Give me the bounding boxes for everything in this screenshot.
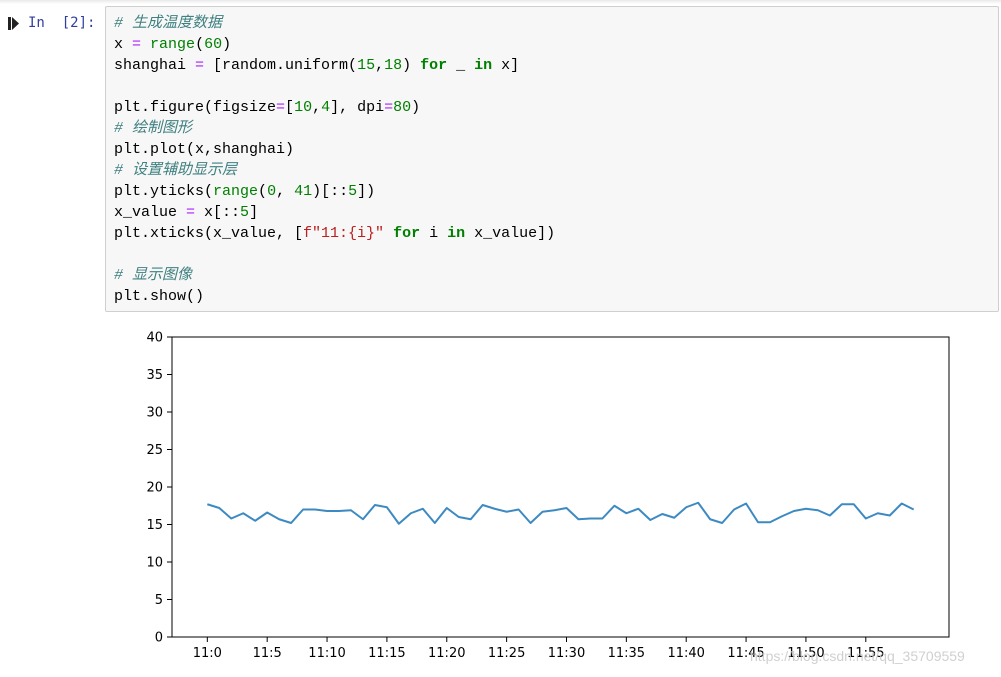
cell-prompt: In [2]: [8, 12, 104, 34]
x-tick-label: 11:5 [253, 646, 282, 661]
y-tick-label: 40 [146, 331, 163, 346]
x-tick-label: 11:20 [428, 646, 465, 661]
x-tick-label: 11:25 [488, 646, 525, 661]
code-token: ] [249, 204, 259, 221]
code-token: = [132, 36, 142, 53]
code-token: 15 [357, 57, 376, 74]
code-token: f"11:{i}" [303, 225, 385, 242]
y-tick-label: 15 [146, 518, 163, 533]
watermark-text: https://blog.csdn.net/qq_35709559 [750, 648, 965, 664]
series-line [207, 501, 915, 525]
code-token: i [420, 225, 448, 242]
code-token: 80 [393, 99, 412, 116]
code-token: = [276, 99, 286, 116]
code-token: [ [285, 99, 295, 116]
code-line: plt.plot(x,shanghai) [114, 139, 555, 160]
code-token: plt.show() [114, 288, 205, 305]
x-tick-label: 11:0 [193, 646, 222, 661]
x-tick-label: 11:35 [608, 646, 645, 661]
run-cell-icon[interactable] [8, 15, 22, 31]
y-tick-label: 35 [146, 368, 163, 383]
code-line: plt.yticks(range(0, 41)[::5]) [114, 181, 555, 202]
code-token: # 设置辅助显示层 [114, 162, 238, 179]
code-token: 60 [204, 36, 223, 53]
code-line: plt.show() [114, 286, 555, 307]
code-token: 18 [384, 57, 403, 74]
code-token: x_value]) [465, 225, 556, 242]
code-line: shanghai = [random.uniform(15,18) for _ … [114, 55, 555, 76]
code-token: 5 [348, 183, 358, 200]
code-token: , [375, 57, 385, 74]
code-token: x[:: [195, 204, 241, 221]
x-tick-label: 11:10 [308, 646, 345, 661]
code-token: [random.uniform( [204, 57, 358, 74]
y-tick-label: 25 [146, 443, 163, 458]
code-token: ) [402, 57, 421, 74]
code-token: plt.plot(x,shanghai) [114, 141, 295, 158]
toolbar-shadow [0, 0, 1001, 4]
line-chart: 0 5 10 15 20 25 30 35 40 11:0 11:5 11:10 11:15 11:20 1… [146, 331, 950, 661]
x-tick-label: 11:30 [548, 646, 585, 661]
code-token: _ [447, 57, 475, 74]
code-token: = [186, 204, 196, 221]
code-token: # 绘制图形 [114, 120, 193, 137]
code-token: # 显示图像 [114, 267, 193, 284]
code-token: plt.yticks( [114, 183, 214, 200]
y-tick-label: 30 [146, 406, 163, 421]
code-token: 4 [321, 99, 331, 116]
code-token: for [420, 57, 448, 74]
code-token: x_value [114, 204, 187, 221]
code-line: x = range(60) [114, 34, 555, 55]
code-token: in [447, 225, 466, 242]
code-token: ]) [357, 183, 376, 200]
code-token: ( [195, 36, 205, 53]
code-line: plt.xticks(x_value, [f"11:{i}" for i in … [114, 223, 555, 244]
x-tick-label: 11:15 [368, 646, 405, 661]
code-token: x] [492, 57, 520, 74]
code-token: ( [258, 183, 268, 200]
code-token: plt.figure(figsize [114, 99, 277, 116]
code-line: # 绘制图形 [114, 118, 555, 139]
code-token: ) [411, 99, 421, 116]
x-tick-label: 11:40 [667, 646, 704, 661]
code-line: plt.figure(figsize=[10,4], dpi=80) [114, 97, 555, 118]
code-token: )[:: [312, 183, 349, 200]
code-token: range [150, 36, 196, 53]
code-token: in [474, 57, 493, 74]
y-tick-label: 5 [155, 593, 163, 608]
code-line: x_value = x[::5] [114, 202, 555, 223]
code-token: shanghai [114, 57, 196, 74]
plot-frame [171, 336, 950, 638]
code-token: x [114, 36, 133, 53]
code-token: ) [222, 36, 232, 53]
y-tick-label: 20 [146, 481, 163, 496]
code-token: 41 [294, 183, 313, 200]
code-token: # 生成温度数据 [114, 15, 223, 32]
code-token: = [195, 57, 205, 74]
notebook-page: In [2]: # 生成温度数据 x = range(60) shanghai = … [0, 0, 1001, 677]
code-line: # 显示图像 [114, 265, 555, 286]
y-tick-label: 10 [146, 556, 163, 571]
code-token: range [213, 183, 259, 200]
code-line: # 设置辅助显示层 [114, 160, 555, 181]
cell-output: 0 5 10 15 20 25 30 35 40 11:0 11:5 11:10 11:15 11:20 1… [105, 318, 1001, 677]
code-token: = [384, 99, 394, 116]
code-line: # 生成温度数据 [114, 13, 555, 34]
code-token: 5 [240, 204, 250, 221]
code-token: , [312, 99, 322, 116]
code-token: plt.xticks(x_value, [ [114, 225, 304, 242]
code-token: , [276, 183, 295, 200]
code-editor[interactable]: # 生成温度数据 x = range(60) shanghai = [random.… [105, 6, 999, 312]
code-token: ], dpi [330, 99, 385, 116]
code-token: 0 [267, 183, 277, 200]
input-prompt-label: In [2]: [28, 15, 96, 31]
code-token: 10 [294, 99, 313, 116]
code-text[interactable]: # 生成温度数据 x = range(60) shanghai = [random.… [114, 13, 555, 307]
y-tick-label: 0 [155, 631, 163, 646]
code-token: for [393, 225, 421, 242]
